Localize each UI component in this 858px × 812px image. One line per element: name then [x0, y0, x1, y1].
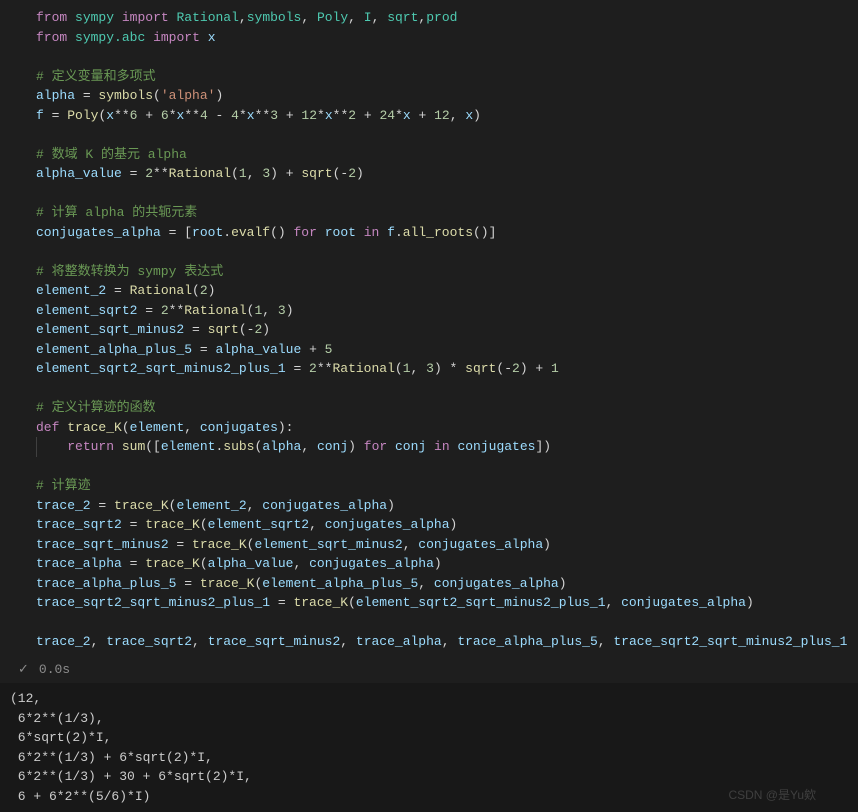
blank-line — [36, 379, 858, 399]
blank-line — [36, 457, 858, 477]
code-line: conjugates_alpha = [root.evalf() for roo… — [36, 223, 858, 243]
code-line: alpha_value = 2**Rational(1, 3) + sqrt(-… — [36, 164, 858, 184]
code-editor[interactable]: from sympy import Rational,symbols, Poly… — [0, 0, 858, 656]
code-line: f = Poly(x**6 + 6*x**4 - 4*x**3 + 12*x**… — [36, 106, 858, 126]
import-items: Rational — [176, 10, 238, 25]
footer-watermark: CSDN @是Yu欸 — [728, 786, 816, 804]
blank-line — [36, 47, 858, 67]
code-line: from sympy.abc import x — [36, 28, 858, 48]
comment-line: # 将整数转换为 sympy 表达式 — [36, 262, 858, 282]
blank-line — [36, 242, 858, 262]
code-line: trace_alpha_plus_5 = trace_K(element_alp… — [36, 574, 858, 594]
code-line: def trace_K(element, conjugates): — [36, 418, 858, 438]
comment-line: # 定义变量和多项式 — [36, 67, 858, 87]
blank-line — [36, 613, 858, 633]
execution-status: ✓ 0.0s — [0, 656, 858, 684]
comment-line: # 数域 K 的基元 alpha — [36, 145, 858, 165]
code-line: from sympy import Rational,symbols, Poly… — [36, 8, 858, 28]
comment-line: # 定义计算迹的函数 — [36, 398, 858, 418]
keyword-from: from — [36, 10, 67, 25]
code-line: trace_sqrt2 = trace_K(element_sqrt2, con… — [36, 515, 858, 535]
comment-line: # 计算 alpha 的共轭元素 — [36, 203, 858, 223]
keyword-import: import — [122, 10, 169, 25]
code-line: element_sqrt2 = 2**Rational(1, 3) — [36, 301, 858, 321]
blank-line — [36, 125, 858, 145]
code-line: element_alpha_plus_5 = alpha_value + 5 — [36, 340, 858, 360]
code-line: element_sqrt2_sqrt_minus2_plus_1 = 2**Ra… — [36, 359, 858, 379]
checkmark-icon: ✓ — [18, 660, 29, 680]
comment-line: # 计算迹 — [36, 476, 858, 496]
execution-time: 0.0s — [39, 660, 70, 680]
code-line: trace_2 = trace_K(element_2, conjugates_… — [36, 496, 858, 516]
code-line: alpha = symbols('alpha') — [36, 86, 858, 106]
code-line: trace_sqrt2_sqrt_minus2_plus_1 = trace_K… — [36, 593, 858, 613]
module-name: sympy — [75, 10, 114, 25]
code-line: trace_sqrt_minus2 = trace_K(element_sqrt… — [36, 535, 858, 555]
code-line: return sum([element.subs(alpha, conj) fo… — [36, 437, 858, 457]
code-line: trace_2, trace_sqrt2, trace_sqrt_minus2,… — [36, 632, 858, 652]
code-line: element_2 = Rational(2) — [36, 281, 858, 301]
code-line: trace_alpha = trace_K(alpha_value, conju… — [36, 554, 858, 574]
blank-line — [36, 184, 858, 204]
code-line: element_sqrt_minus2 = sqrt(-2) — [36, 320, 858, 340]
